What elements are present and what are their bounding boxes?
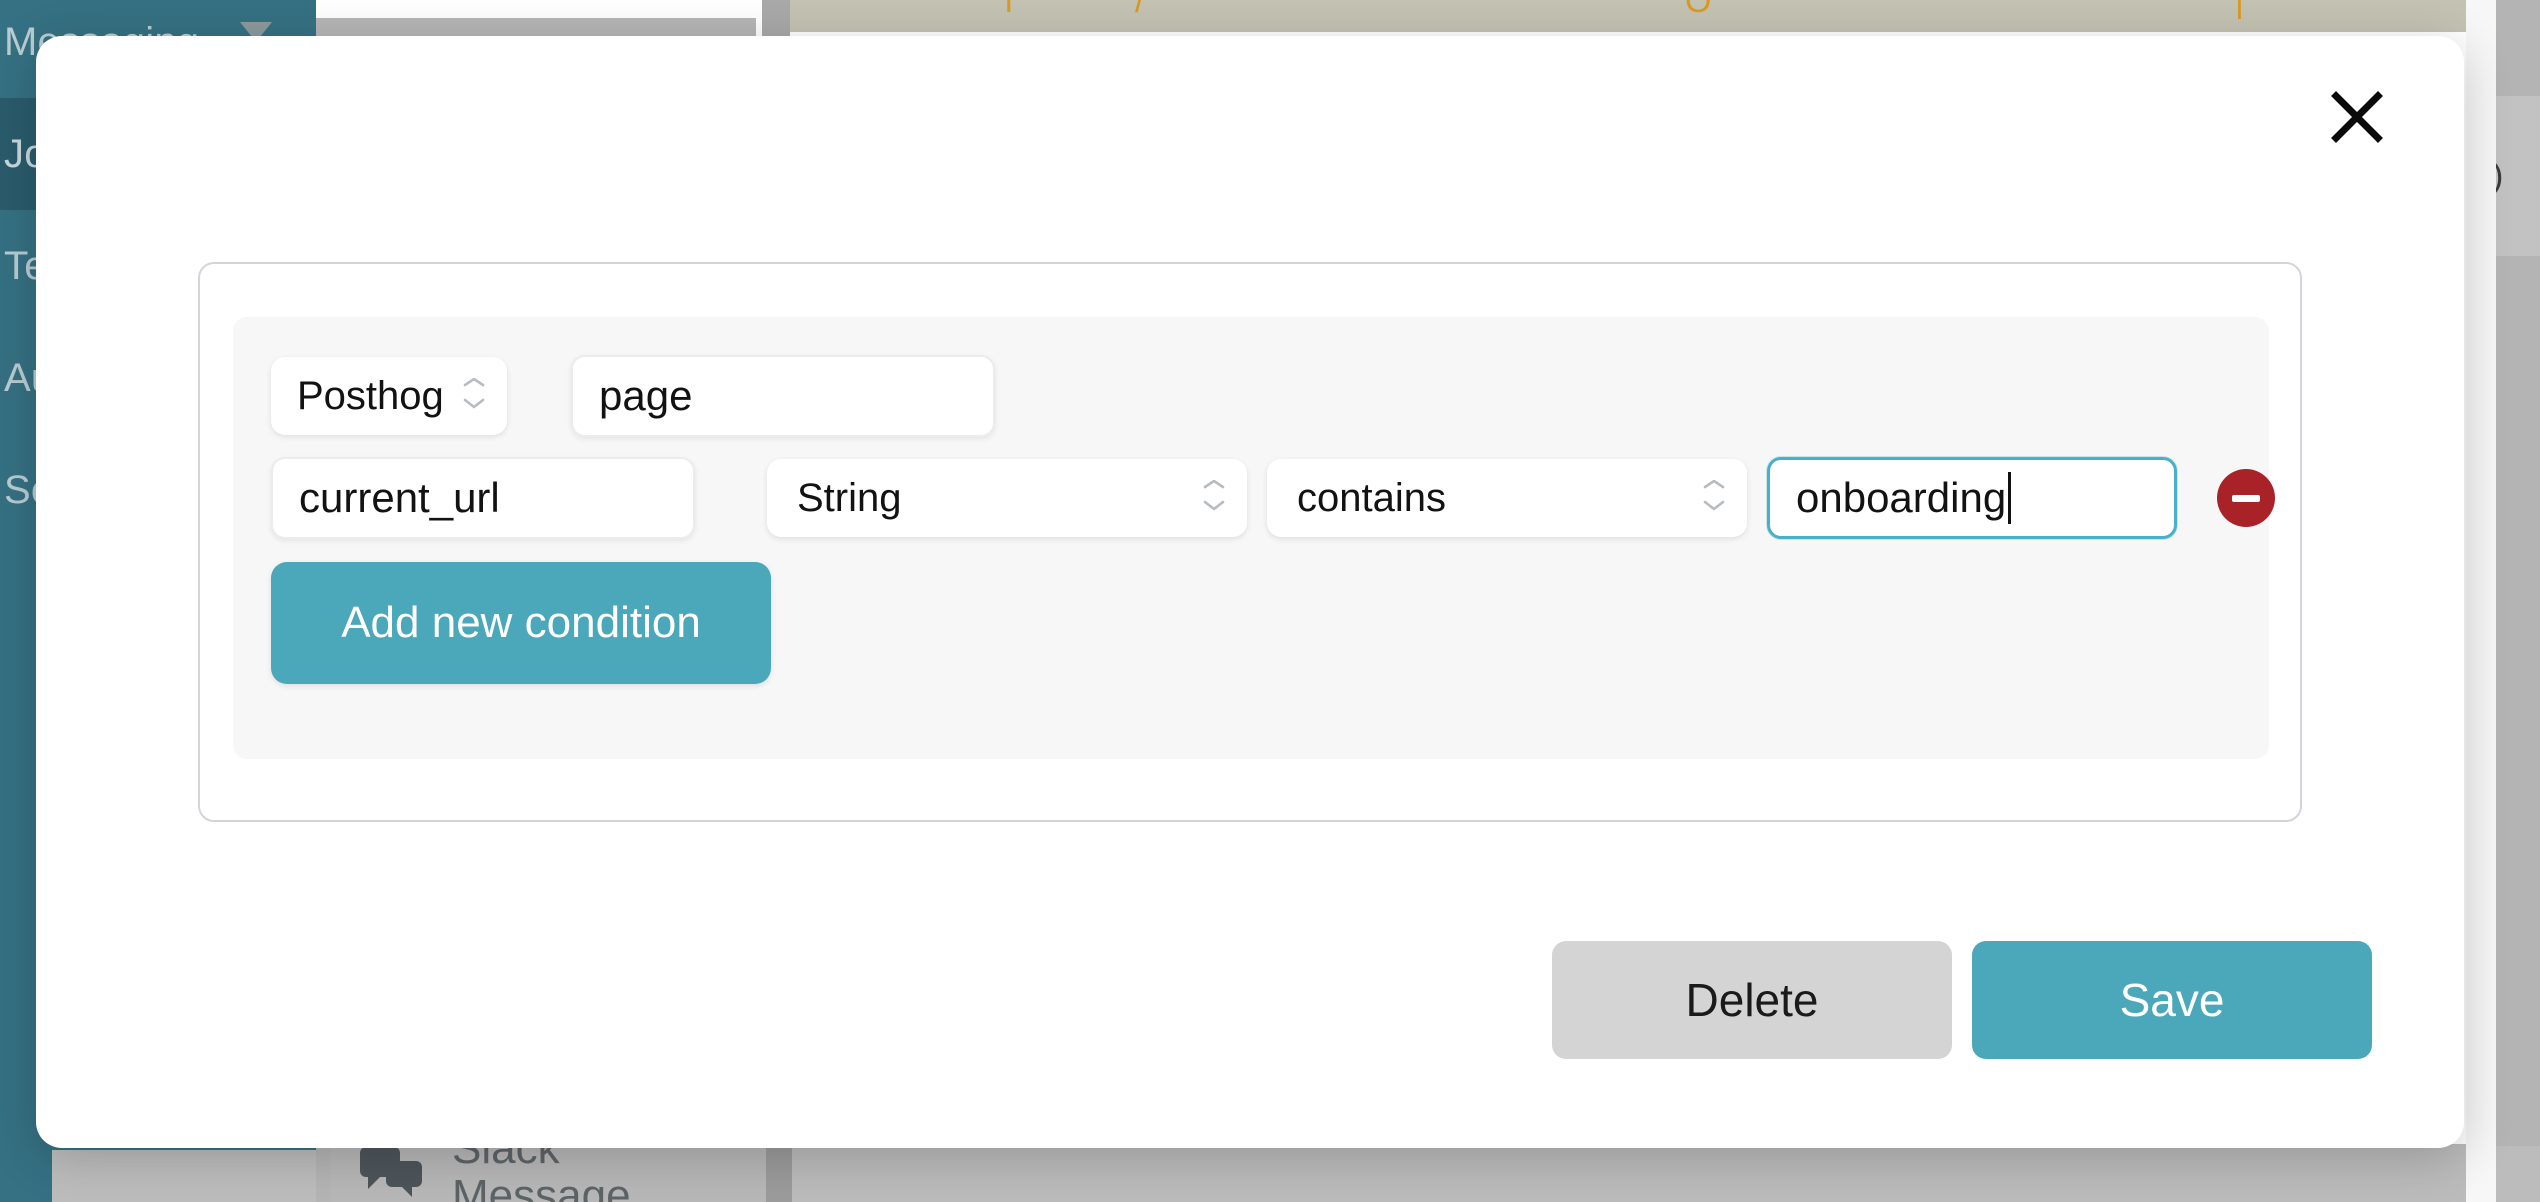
journey-node-slack-message[interactable]: Slack Message [330, 1144, 770, 1202]
toolbar-text-fragment: / [1135, 0, 1144, 21]
trigger-card: Posthog page [198, 262, 2302, 822]
canvas-toolbar [790, 0, 2540, 32]
chevron-updown-icon [1701, 480, 1727, 516]
journey-node-label: Slack Message [452, 1144, 631, 1202]
value-type-value: String [797, 476, 902, 521]
screen: Messaging Journeys Templates Audiences S… [0, 0, 2540, 1202]
event-name-value: page [599, 372, 692, 420]
comparison-value-text: onboarding [1796, 474, 2006, 522]
chevron-updown-icon [461, 378, 487, 414]
property-name-input[interactable]: current_url [271, 457, 695, 539]
minus-bar [2232, 495, 2260, 502]
source-select-value: Posthog [297, 374, 444, 419]
value-type-select[interactable]: String [767, 459, 1247, 537]
condition-row: current_url String [271, 457, 2275, 539]
property-name-value: current_url [299, 474, 500, 522]
delete-button[interactable]: Delete [1552, 941, 1952, 1059]
toolbar-text-fragment: l [1005, 0, 1013, 21]
source-select[interactable]: Posthog [271, 357, 507, 435]
operator-select[interactable]: contains [1267, 459, 1747, 537]
chevron-updown-icon [1201, 480, 1227, 516]
condition-editor-modal: Posthog page [36, 36, 2464, 1148]
sidebar-bottom-strip [0, 1150, 52, 1202]
canvas-right-area [792, 1144, 2540, 1202]
right-panel-header [2496, 0, 2540, 96]
operator-value: contains [1297, 476, 1446, 521]
toolbar-text-fragment: O [1685, 0, 1711, 21]
close-icon[interactable] [2318, 78, 2396, 156]
text-cursor [2008, 472, 2011, 524]
right-edge-gutter [2466, 0, 2496, 1202]
right-panel-body [2496, 256, 2540, 1146]
modal-body: Posthog page [98, 182, 2402, 1022]
condition-group: Posthog page [233, 317, 2269, 759]
right-panel-text-fragment: ) [2496, 157, 2503, 196]
toolbar-text-fragment: | [2235, 0, 2244, 21]
minus-circle-icon[interactable] [2217, 469, 2275, 527]
event-source-row: Posthog page [271, 355, 995, 437]
comparison-value-input[interactable]: onboarding [1767, 457, 2177, 539]
add-new-condition-button[interactable]: Add new condition [271, 562, 771, 684]
canvas-divider [766, 1144, 792, 1202]
modal-footer: Delete Save [1552, 941, 2372, 1059]
add-condition-row: Add new condition [271, 562, 771, 684]
event-name-input[interactable]: page [571, 355, 995, 437]
save-button[interactable]: Save [1972, 941, 2372, 1059]
chat-bubbles-icon [360, 1145, 430, 1202]
right-panel-card[interactable]: ) [2496, 96, 2540, 256]
